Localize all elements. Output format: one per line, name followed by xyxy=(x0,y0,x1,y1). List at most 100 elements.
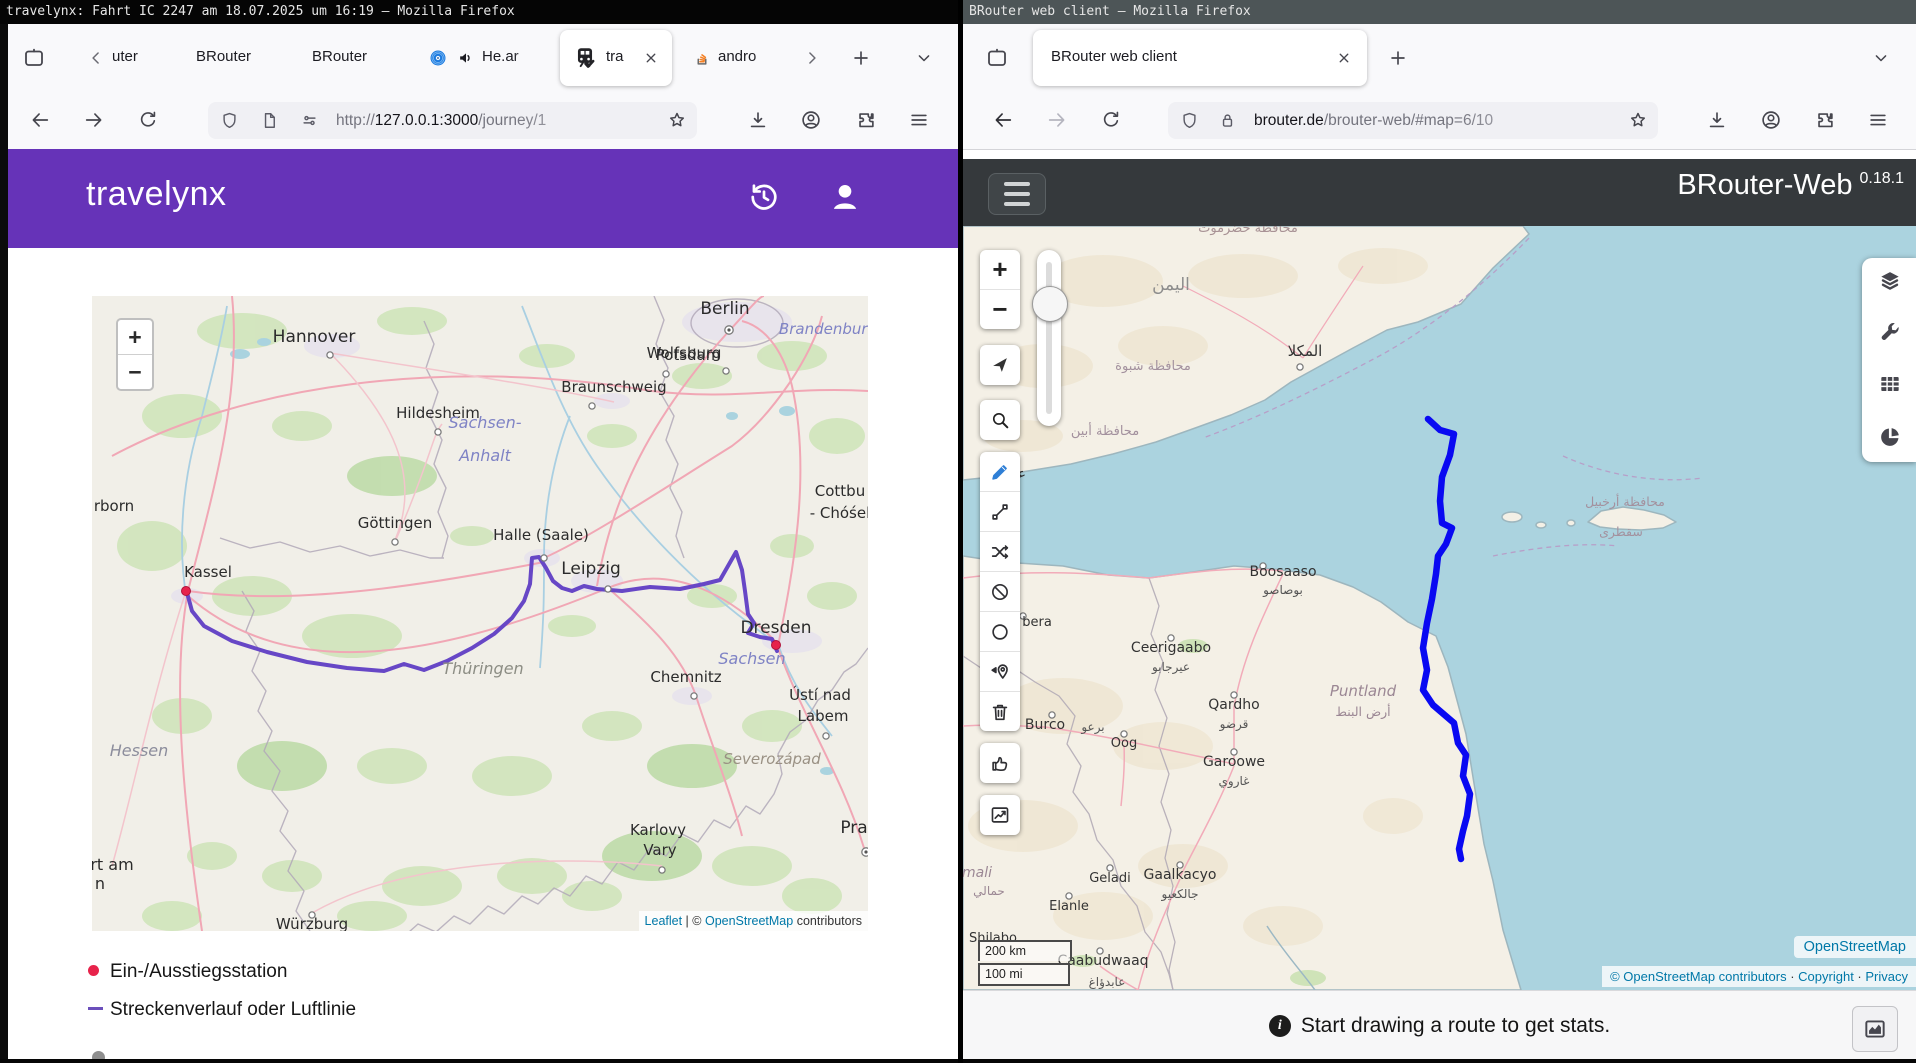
map-label: Anhalt xyxy=(458,446,511,465)
sidebar-toggle-button[interactable] xyxy=(988,173,1046,215)
tab-bar: BRouter web client xyxy=(963,24,1916,92)
downloads-icon[interactable] xyxy=(1706,109,1728,131)
firefox-view-icon[interactable] xyxy=(22,46,46,70)
window-border xyxy=(0,24,8,1063)
delete-route-button[interactable] xyxy=(980,692,1020,731)
forward-icon[interactable] xyxy=(83,109,105,131)
map-label: - Chóśel xyxy=(810,504,868,522)
tab-brouter-1[interactable]: BRouter xyxy=(196,48,251,65)
tab-brouter-2[interactable]: BRouter xyxy=(312,48,367,65)
map-label: Sachsen- xyxy=(449,413,522,432)
reload-icon[interactable] xyxy=(137,109,159,131)
leaflet-link[interactable]: Leaflet xyxy=(645,914,683,928)
permissions-icon[interactable] xyxy=(300,111,319,130)
history-icon[interactable] xyxy=(746,179,782,215)
search-control xyxy=(980,400,1020,440)
shield-icon[interactable] xyxy=(1180,111,1199,130)
layers-icon[interactable] xyxy=(1877,268,1903,294)
tab-audio[interactable]: He.ar xyxy=(482,48,540,65)
reverse-route-button[interactable] xyxy=(980,532,1020,572)
legend-station-label: Ein-/Ausstiegsstation xyxy=(110,961,287,982)
search-button[interactable] xyxy=(980,400,1020,440)
locate-button[interactable] xyxy=(980,345,1020,385)
zoom-slider[interactable] xyxy=(1037,250,1061,426)
map-label: اليمن xyxy=(1152,275,1190,295)
tab-travelynx-active[interactable]: tra xyxy=(560,30,672,86)
zoom-out-button[interactable]: − xyxy=(980,290,1020,329)
url-bar[interactable]: brouter.de/brouter-web/#map=6/10 xyxy=(1168,102,1658,139)
page-info-icon[interactable] xyxy=(260,111,279,130)
osm-contributors-link[interactable]: OpenStreetMap contributors xyxy=(1623,969,1786,984)
layer-badge[interactable]: OpenStreetMap xyxy=(1794,936,1916,958)
zoom-in-button[interactable]: + xyxy=(118,320,152,355)
url-host: brouter.de xyxy=(1254,112,1324,129)
copyright-link[interactable]: Copyright xyxy=(1798,969,1854,984)
tab-brouter-active[interactable]: BRouter web client xyxy=(1033,30,1367,86)
town-dot xyxy=(541,555,547,561)
map-label: محافظة شبوة xyxy=(1115,359,1191,374)
nogo-button[interactable] xyxy=(980,572,1020,612)
tab-stackoverflow[interactable]: andro xyxy=(718,48,782,65)
reload-icon[interactable] xyxy=(1100,109,1122,131)
extensions-icon[interactable] xyxy=(855,109,877,131)
forward-icon[interactable] xyxy=(1046,109,1068,131)
zoom-slider-knob[interactable] xyxy=(1032,286,1068,322)
list-tabs-icon[interactable] xyxy=(1871,48,1891,68)
chart-button[interactable] xyxy=(980,795,1020,835)
new-tab-icon[interactable] xyxy=(1387,47,1409,69)
extensions-icon[interactable] xyxy=(1814,109,1836,131)
user-icon[interactable] xyxy=(826,178,864,216)
url-bar[interactable]: http://127.0.0.1:3000/journey/1 xyxy=(208,102,697,139)
close-tab-icon[interactable] xyxy=(1335,49,1353,67)
map-label: Garoowe xyxy=(1203,754,1265,770)
shield-icon[interactable] xyxy=(220,111,239,130)
url-text[interactable]: http://127.0.0.1:3000/journey/1 xyxy=(336,110,657,131)
route-nodes-button[interactable] xyxy=(980,492,1020,532)
zoom-out-button[interactable]: − xyxy=(118,355,152,389)
back-icon[interactable] xyxy=(992,109,1014,131)
account-icon[interactable] xyxy=(800,109,822,131)
map-label: Puntland xyxy=(1330,682,1397,700)
nogo-circle-button[interactable] xyxy=(980,612,1020,652)
downloads-icon[interactable] xyxy=(747,109,769,131)
map-label: Boosaaso xyxy=(1249,564,1316,580)
pie-chart-icon[interactable] xyxy=(1877,424,1903,450)
town-dot xyxy=(659,867,665,873)
journey-map[interactable]: HannoverWolfsburgBraunschweigHildesheimB… xyxy=(92,296,868,931)
tab-scroll-right-icon[interactable] xyxy=(802,48,822,68)
menu-icon[interactable] xyxy=(908,109,930,131)
window-title: BRouter web client — Mozilla Firefox xyxy=(963,0,1916,24)
menu-icon[interactable] xyxy=(1867,109,1889,131)
tab-bar: uter BRouter BRouter He.ar tra andro xyxy=(0,24,958,92)
map-label: Dresden xyxy=(740,618,811,638)
map-label: محافظة حضرموت xyxy=(1198,226,1298,236)
profile-settings-icon[interactable] xyxy=(1877,319,1903,345)
data-table-icon[interactable] xyxy=(1877,371,1903,397)
back-icon[interactable] xyxy=(29,109,51,131)
tab-cut-left[interactable]: uter xyxy=(112,48,138,65)
brouter-version: 0.18.1 xyxy=(1860,170,1904,187)
firefox-view-icon[interactable] xyxy=(985,46,1009,70)
tab-scroll-left-icon[interactable] xyxy=(86,48,106,68)
account-icon[interactable] xyxy=(1760,109,1782,131)
bookmark-star-icon[interactable] xyxy=(667,110,687,130)
close-tab-icon[interactable] xyxy=(642,49,660,67)
bookmark-star-icon[interactable] xyxy=(1628,110,1648,130)
privacy-link[interactable]: Privacy xyxy=(1865,969,1908,984)
zoom-control: + − xyxy=(116,318,154,391)
zoom-in-button[interactable]: + xyxy=(980,250,1020,290)
thumbs-up-button[interactable] xyxy=(980,743,1020,783)
new-tab-icon[interactable] xyxy=(850,47,872,69)
poi-button[interactable] xyxy=(980,652,1020,692)
town-dot xyxy=(823,733,829,739)
osm-link[interactable]: OpenStreetMap xyxy=(705,914,793,928)
url-text[interactable]: brouter.de/brouter-web/#map=6/10 xyxy=(1254,110,1618,131)
brouter-map[interactable]: محافظة حضرموتاليمنالمكلامحافظة شبوةمحافظ… xyxy=(963,226,1916,990)
map-label: عيرجابو xyxy=(1151,660,1190,675)
elevation-profile-button[interactable] xyxy=(1852,1006,1898,1052)
window-brouter: BRouter web client — Mozilla Firefox BRo… xyxy=(963,0,1916,1063)
map-label: Qardho xyxy=(1208,697,1259,713)
draw-route-button[interactable] xyxy=(980,452,1020,492)
list-tabs-icon[interactable] xyxy=(914,48,934,68)
speaker-icon[interactable] xyxy=(456,48,476,68)
